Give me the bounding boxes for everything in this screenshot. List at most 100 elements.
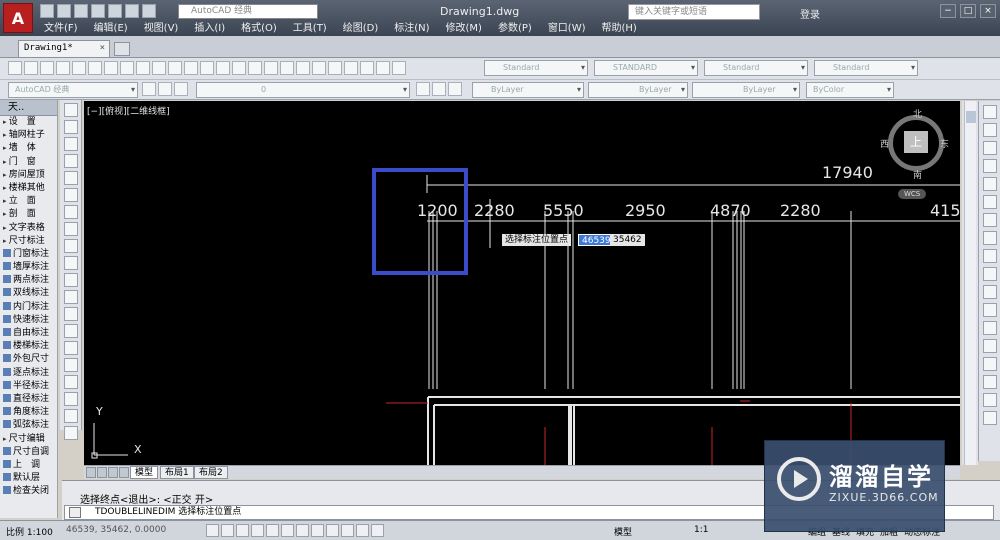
zoom-window-icon[interactable] [264, 61, 278, 75]
dyn-toggle-icon[interactable] [326, 524, 339, 537]
table-icon[interactable] [63, 392, 78, 406]
menu-item-3[interactable]: 插入(I) [186, 22, 233, 36]
blend-icon[interactable] [982, 393, 997, 407]
redo-icon[interactable] [142, 4, 156, 18]
ellipse-arc-icon[interactable] [63, 273, 78, 287]
screen-menu-item[interactable]: 房间屋顶 [0, 169, 57, 182]
insert-block-icon[interactable] [63, 290, 78, 304]
screen-menu-item[interactable]: 文字表格 [0, 222, 57, 235]
match-prop-icon[interactable] [168, 61, 182, 75]
scale-indicator[interactable]: 比例 1:100 [6, 525, 53, 538]
move-icon[interactable] [982, 195, 997, 209]
new-tab-button[interactable] [114, 42, 130, 56]
prev-layout-icon[interactable] [97, 467, 107, 478]
break-icon[interactable] [982, 321, 997, 335]
undo-icon[interactable] [125, 4, 139, 18]
screen-menu-item[interactable]: 尺寸自调 [0, 446, 57, 459]
menu-item-2[interactable]: 视图(V) [136, 22, 187, 36]
rotate-icon[interactable] [982, 213, 997, 227]
layer-states-icon[interactable] [448, 82, 462, 96]
screen-menu-item[interactable]: 检查关闭 [0, 485, 57, 498]
screen-menu-item[interactable]: 角度标注 [0, 406, 57, 419]
multileader-style-select[interactable]: Standard ▾ [814, 60, 918, 76]
polar-toggle-icon[interactable] [251, 524, 264, 537]
maximize-button[interactable]: □ [960, 4, 976, 18]
lwt-toggle-icon[interactable] [341, 524, 354, 537]
rectangle-icon[interactable] [63, 171, 78, 185]
erase-icon[interactable] [982, 105, 997, 119]
circle-icon[interactable] [63, 205, 78, 219]
hatch-icon[interactable] [63, 341, 78, 355]
linetype-select[interactable]: ByLayer ▾ [588, 82, 688, 98]
viewcube-top-face[interactable]: 上 [904, 131, 928, 153]
menu-item-1[interactable]: 编辑(E) [86, 22, 136, 36]
cut-icon[interactable] [120, 61, 134, 75]
open-icon[interactable] [57, 4, 71, 18]
menu-item-11[interactable]: 帮助(H) [594, 22, 645, 36]
screen-menu-item[interactable]: 双线标注 [0, 287, 57, 300]
screen-menu-item[interactable]: 墙厚标注 [0, 261, 57, 274]
help-icon[interactable] [392, 61, 406, 75]
wcs-menu[interactable]: WCS [898, 189, 927, 199]
dim-style-select[interactable]: STANDARD ▾ [594, 60, 698, 76]
grid-toggle-icon[interactable] [221, 524, 234, 537]
sheet-set-icon[interactable] [344, 61, 358, 75]
break-point-icon[interactable] [982, 303, 997, 317]
markup-icon[interactable] [360, 61, 374, 75]
screen-menu-item[interactable]: 门窗标注 [0, 248, 57, 261]
screen-menu-item[interactable]: 楼梯其他 [0, 182, 57, 195]
settings-icon[interactable] [142, 82, 156, 96]
mtext-icon[interactable] [63, 409, 78, 423]
polyline-icon[interactable] [63, 137, 78, 151]
screen-menu-item[interactable]: 自由标注 [0, 327, 57, 340]
trim-icon[interactable] [982, 267, 997, 281]
publish-icon[interactable] [88, 61, 102, 75]
close-tab-icon[interactable]: × [100, 41, 105, 56]
screen-menu-item[interactable]: 直径标注 [0, 393, 57, 406]
extend-icon[interactable] [982, 285, 997, 299]
open-icon[interactable] [24, 61, 38, 75]
menu-item-9[interactable]: 参数(P) [490, 22, 540, 36]
explode-icon[interactable] [982, 411, 997, 425]
screen-menu-header[interactable]: 天.. [0, 100, 57, 116]
preview-icon[interactable] [72, 61, 86, 75]
save-icon[interactable] [40, 61, 54, 75]
scrollbar-thumb[interactable] [966, 111, 976, 123]
qp-toggle-icon[interactable] [371, 524, 384, 537]
screen-menu-item[interactable]: 尺寸编辑 [0, 433, 57, 446]
polygon-icon[interactable] [63, 154, 78, 168]
first-layout-icon[interactable] [86, 467, 96, 478]
screen-menu-item[interactable]: 半径标注 [0, 380, 57, 393]
viewcube[interactable]: 上 北 南 西 东 WCS [880, 107, 952, 199]
qnew-icon[interactable] [8, 61, 22, 75]
ducs-toggle-icon[interactable] [311, 524, 324, 537]
properties-icon[interactable] [296, 61, 310, 75]
osnap-toggle-icon[interactable] [266, 524, 279, 537]
stretch-icon[interactable] [982, 249, 997, 263]
tpy-toggle-icon[interactable] [356, 524, 369, 537]
construction-line-icon[interactable] [63, 120, 78, 134]
zoom-previous-icon[interactable] [280, 61, 294, 75]
zoom-realtime-icon[interactable] [248, 61, 262, 75]
menu-item-5[interactable]: 工具(T) [285, 22, 335, 36]
scale-icon[interactable] [982, 231, 997, 245]
join-icon[interactable] [982, 339, 997, 353]
saveas-icon[interactable] [91, 4, 105, 18]
screen-menu-item[interactable]: 门 窗 [0, 156, 57, 169]
region-icon[interactable] [63, 375, 78, 389]
snap-toggle-icon[interactable] [206, 524, 219, 537]
screen-menu-item[interactable]: 内门标注 [0, 301, 57, 314]
screen-menu-item[interactable]: 弧弦标注 [0, 419, 57, 432]
annotation-scale[interactable]: 1:1 [694, 525, 708, 535]
screen-menu-item[interactable]: 外包尺寸 [0, 353, 57, 366]
menu-item-10[interactable]: 窗口(W) [540, 22, 594, 36]
command-prompt-icon[interactable] [69, 507, 81, 518]
app-menu-button[interactable]: A [3, 3, 33, 33]
layer-previous-icon[interactable] [432, 82, 446, 96]
redo-icon[interactable] [216, 61, 230, 75]
new-icon[interactable] [40, 4, 54, 18]
array-icon[interactable] [982, 177, 997, 191]
pan-icon[interactable] [232, 61, 246, 75]
point-icon[interactable] [63, 324, 78, 338]
plot-icon[interactable] [56, 61, 70, 75]
